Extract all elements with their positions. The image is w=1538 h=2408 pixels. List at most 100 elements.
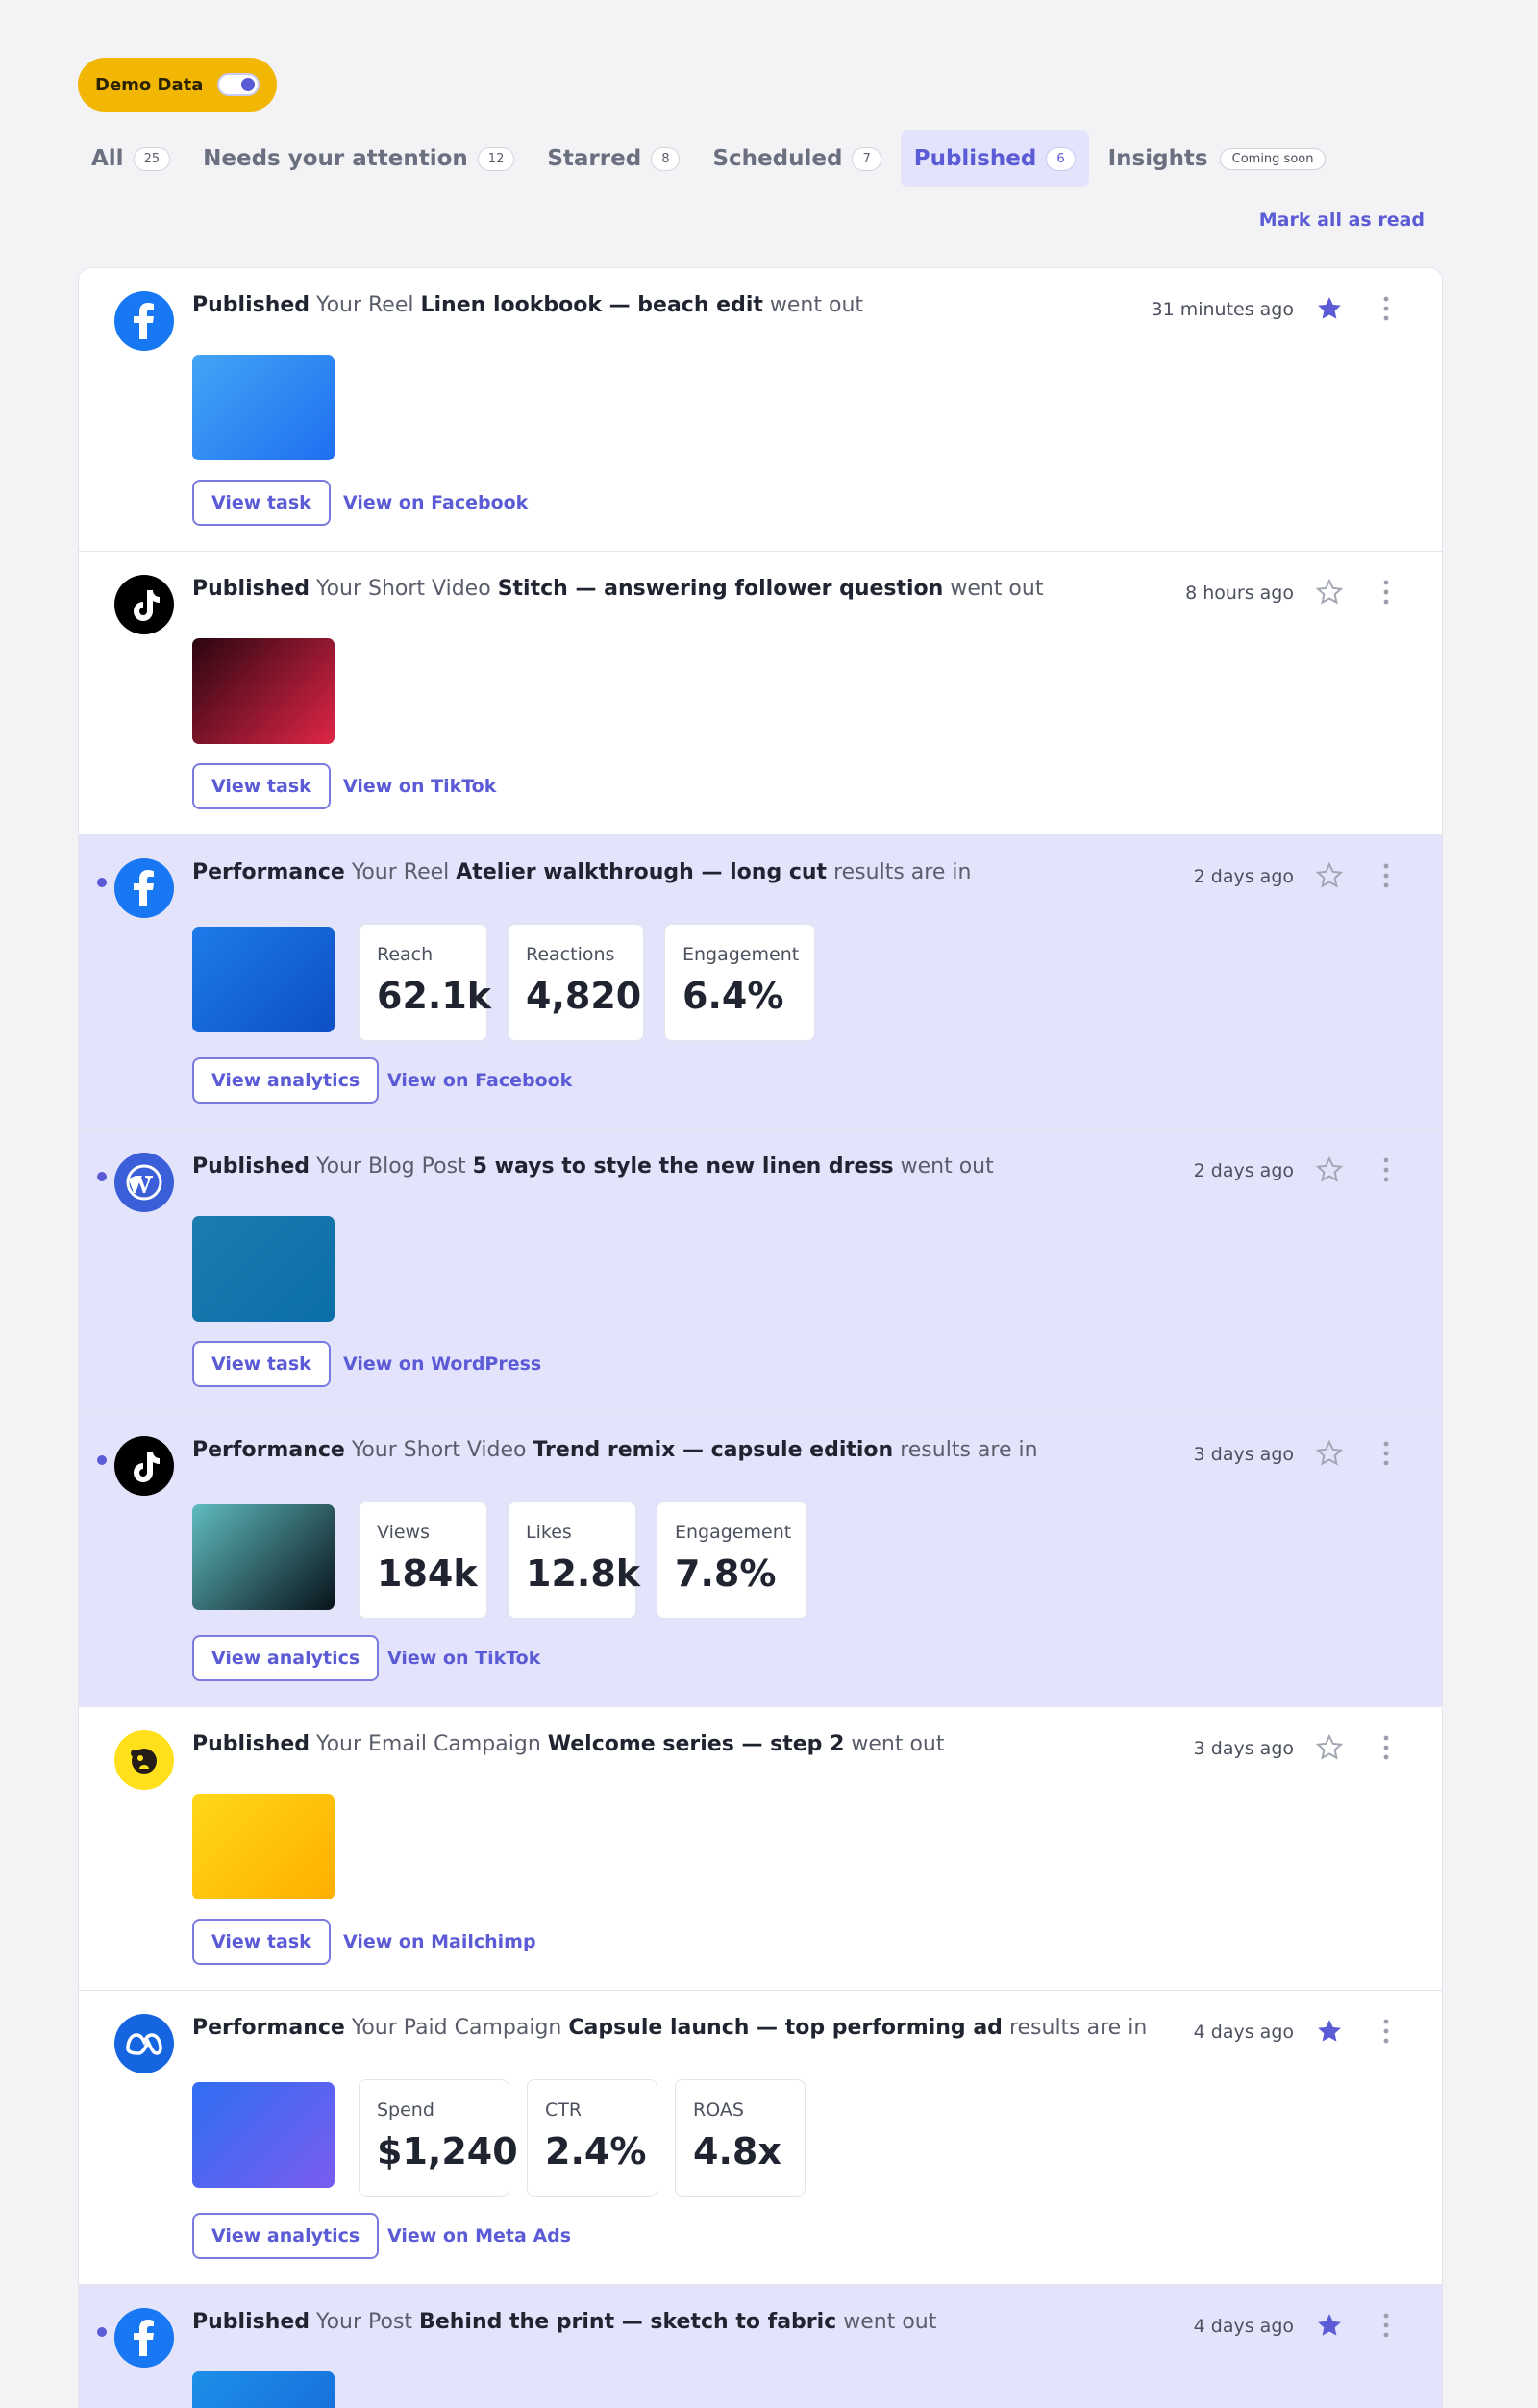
notification-kind: Published: [192, 2310, 310, 2334]
view-task-button[interactable]: View task: [192, 1341, 331, 1387]
star-icon[interactable]: [1315, 2311, 1344, 2340]
tab-label: All: [91, 146, 124, 171]
notification-card: Published Your Post Behind the print — s…: [79, 2285, 1442, 2408]
tab-count: 25: [133, 146, 171, 171]
star-outline-icon[interactable]: [1315, 578, 1344, 607]
more-options-icon[interactable]: [1382, 862, 1390, 889]
metric-card: Spend $1,240: [359, 2079, 518, 2197]
more-options-icon[interactable]: [1382, 2312, 1390, 2339]
view-task-button[interactable]: View task: [192, 1919, 331, 1965]
mark-all-read-link[interactable]: Mark all as read: [1259, 210, 1425, 231]
more-options-icon[interactable]: [1382, 1734, 1390, 1761]
post-thumbnail[interactable]: [192, 355, 335, 460]
timestamp: 3 days ago: [1193, 1444, 1294, 1465]
star-outline-icon[interactable]: [1315, 861, 1344, 890]
view-analytics-button[interactable]: View analytics: [192, 1635, 380, 1681]
switch-knob: [241, 78, 255, 91]
view-on-platform-link[interactable]: View on Mailchimp: [343, 1931, 536, 1952]
coming-soon-badge: Coming soon: [1219, 147, 1327, 170]
metric-value: 62.1k: [377, 975, 492, 1017]
notification-kind: Performance: [192, 2016, 345, 2040]
view-on-platform-link[interactable]: View on Facebook: [343, 492, 528, 513]
view-analytics-button[interactable]: View analytics: [192, 1057, 380, 1104]
metric-card: Reach 62.1k: [359, 924, 492, 1041]
more-options-icon[interactable]: [1382, 579, 1390, 606]
notification-card: Published Your Short Video Stitch — answ…: [79, 552, 1442, 835]
notification-headline: Published Your Short Video Stitch — answ…: [192, 577, 1043, 601]
tiktok-icon: [114, 1436, 174, 1496]
notification-title[interactable]: Behind the print — sketch to fabric: [419, 2310, 836, 2334]
view-task-button[interactable]: View task: [192, 480, 331, 526]
tab-label: Insights: [1107, 146, 1208, 171]
view-analytics-button[interactable]: View analytics: [192, 2213, 380, 2259]
tab-scheduled[interactable]: Scheduled 7: [699, 130, 894, 187]
view-task-button[interactable]: View task: [192, 763, 331, 809]
view-on-platform-link[interactable]: View on TikTok: [387, 1648, 540, 1669]
facebook-icon: [114, 291, 174, 351]
notification-title[interactable]: Welcome series — step 2: [548, 1732, 845, 1756]
notification-title[interactable]: 5 ways to style the new linen dress: [473, 1154, 894, 1179]
tab-insights[interactable]: Insights Coming soon: [1095, 130, 1340, 187]
notification-card: Published Your Reel Linen lookbook — bea…: [79, 268, 1442, 552]
tab-starred[interactable]: Starred 8: [533, 130, 693, 187]
tab-count: 6: [1046, 146, 1076, 171]
more-options-icon[interactable]: [1382, 1440, 1390, 1467]
star-icon[interactable]: [1315, 294, 1344, 323]
post-thumbnail[interactable]: [192, 1504, 335, 1610]
notification-headline: Performance Your Reel Atelier walkthroug…: [192, 860, 971, 884]
tab-count: 12: [477, 146, 515, 171]
star-outline-icon[interactable]: [1315, 1439, 1344, 1468]
view-on-platform-link[interactable]: View on Facebook: [387, 1070, 572, 1091]
notification-headline: Published Your Email Campaign Welcome se…: [192, 1732, 945, 1756]
post-thumbnail[interactable]: [192, 1794, 335, 1899]
demo-data-switch[interactable]: [217, 73, 260, 96]
post-thumbnail[interactable]: [192, 1216, 335, 1322]
notification-card: Performance Your Paid Campaign Capsule l…: [79, 1991, 1442, 2285]
tab-count: 8: [651, 146, 681, 171]
metric-card: Engagement 7.8%: [657, 1502, 807, 1619]
notification-title[interactable]: Trend remix — capsule edition: [533, 1438, 893, 1462]
star-outline-icon[interactable]: [1315, 1733, 1344, 1762]
post-thumbnail[interactable]: [192, 638, 335, 744]
notification-suffix: went out: [950, 577, 1044, 601]
wordpress-icon: [114, 1153, 174, 1212]
more-options-icon[interactable]: [1382, 1156, 1390, 1183]
notification-suffix: went out: [769, 293, 864, 317]
post-thumbnail[interactable]: [192, 927, 335, 1032]
notification-subject: Your Short Video: [351, 1438, 527, 1462]
notification-title[interactable]: Linen lookbook — beach edit: [421, 293, 763, 317]
metric-label: Engagement: [675, 1522, 792, 1543]
notification-kind: Performance: [192, 1438, 345, 1462]
star-icon[interactable]: [1315, 2017, 1344, 2046]
demo-data-toggle-pill[interactable]: Demo Data: [78, 58, 277, 112]
timestamp: 4 days ago: [1193, 2316, 1294, 2337]
notification-subject: Your Reel: [351, 860, 450, 884]
demo-data-label: Demo Data: [95, 74, 204, 95]
timestamp: 8 hours ago: [1185, 583, 1294, 604]
tab-label: Published: [913, 146, 1037, 171]
metric-value: 4.8x: [693, 2130, 781, 2172]
tab-all[interactable]: All 25: [78, 130, 184, 187]
view-on-platform-link[interactable]: View on Meta Ads: [387, 2225, 571, 2247]
notification-kind: Performance: [192, 860, 345, 884]
notification-suffix: went out: [843, 2310, 937, 2334]
notification-headline: Published Your Post Behind the print — s…: [192, 2310, 936, 2334]
view-on-platform-link[interactable]: View on WordPress: [343, 1353, 541, 1375]
notification-title[interactable]: Atelier walkthrough — long cut: [456, 860, 827, 884]
post-thumbnail[interactable]: [192, 2082, 335, 2188]
notification-title[interactable]: Stitch — answering follower question: [498, 577, 944, 601]
mailchimp-icon: [114, 1730, 174, 1790]
facebook-icon: [114, 2308, 174, 2368]
more-options-icon[interactable]: [1382, 295, 1390, 322]
notification-title[interactable]: Capsule launch — top performing ad: [568, 2016, 1003, 2040]
metric-card: Engagement 6.4%: [664, 924, 815, 1041]
star-outline-icon[interactable]: [1315, 1155, 1344, 1184]
notification-card: Published Your Email Campaign Welcome se…: [79, 1707, 1442, 1991]
metric-label: Reactions: [526, 944, 615, 965]
metric-value: 184k: [377, 1552, 478, 1595]
tab-published[interactable]: Published 6: [900, 130, 1089, 187]
more-options-icon[interactable]: [1382, 2018, 1390, 2045]
view-on-platform-link[interactable]: View on TikTok: [343, 776, 496, 797]
tab-needs-attention[interactable]: Needs your attention 12: [189, 130, 528, 187]
post-thumbnail[interactable]: [192, 2371, 335, 2408]
